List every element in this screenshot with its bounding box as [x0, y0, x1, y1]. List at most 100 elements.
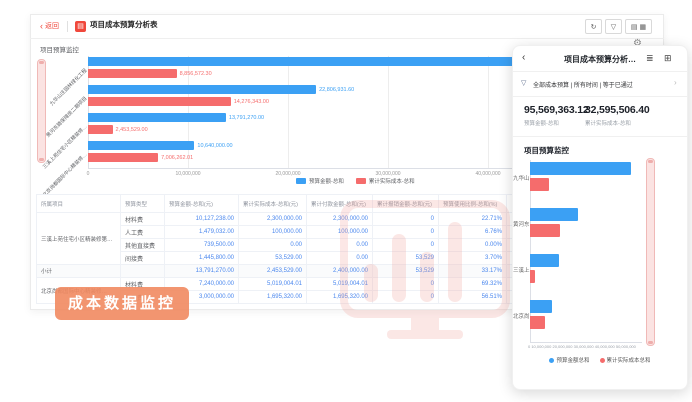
value-cell[interactable]: 2,400,000.00	[307, 265, 373, 278]
legend-dot-red	[600, 358, 605, 363]
value-cell[interactable]: 53,529	[373, 252, 439, 265]
refresh-button[interactable]: ↻	[585, 19, 602, 34]
table-header: 预算使用比例-总和(%)	[439, 195, 507, 213]
budget-bar[interactable]	[530, 254, 559, 267]
value-cell[interactable]: 0	[373, 291, 439, 304]
panel-divider	[512, 96, 688, 97]
budget-bar[interactable]	[88, 57, 571, 66]
value-cell[interactable]: 22.71%	[439, 213, 507, 226]
value-cell[interactable]: 33.17%	[439, 265, 507, 278]
watermark-base	[387, 330, 463, 339]
grid-view-icon: ▦	[640, 23, 647, 31]
filter-button[interactable]: ▽	[605, 19, 622, 34]
panel-title: 项目成本预算分析…	[545, 54, 655, 65]
bar-value-label: 13,791,270.00	[229, 115, 264, 121]
kpi-budget-value: 95,569,363.12	[524, 104, 589, 116]
value-cell[interactable]: 1,695,320.00	[307, 291, 373, 304]
datazoom-handle-bottom[interactable]	[648, 341, 653, 344]
panel-datazoom-slider[interactable]	[646, 158, 655, 346]
value-cell[interactable]: 100,000.00	[307, 226, 373, 239]
header-divider	[30, 38, 664, 39]
value-cell[interactable]: 2,300,000.00	[239, 213, 307, 226]
list-view-icon[interactable]: ≣	[646, 53, 654, 64]
value-cell[interactable]: 100,000.00	[239, 226, 307, 239]
value-cell[interactable]: 10,127,238.00	[165, 213, 239, 226]
panel-filter-bar[interactable]: 全部成本预算 | 所有时间 | 等于已通过	[533, 80, 633, 89]
value-cell[interactable]: 739,500.00	[165, 239, 239, 252]
value-cell[interactable]: 0	[373, 278, 439, 291]
actual-cost-bar[interactable]	[88, 97, 231, 106]
table-view-icon[interactable]: ⊞	[664, 53, 672, 64]
datazoom-handle-top[interactable]	[648, 160, 653, 163]
funnel-icon: ▽	[611, 23, 616, 31]
x-axis-tick: 40,000,000	[470, 171, 506, 177]
legend-item[interactable]: 预算金额-总和	[296, 177, 344, 185]
actual-cost-bar[interactable]	[530, 270, 535, 283]
value-cell[interactable]: 53,529	[373, 265, 439, 278]
gridline	[488, 56, 489, 168]
legend-label: 预算金额-总和	[309, 177, 344, 185]
view-switch-button[interactable]: ▤▦	[625, 19, 652, 34]
panel-x-axis-line	[530, 342, 642, 343]
legend-item[interactable]: 累计实际成本-总和	[356, 177, 415, 185]
legend-swatch-red	[356, 178, 366, 184]
actual-cost-bar[interactable]	[88, 69, 177, 78]
actual-cost-bar[interactable]	[530, 316, 545, 329]
budget-bar[interactable]	[530, 162, 631, 175]
legend-item[interactable]: 累计实际成本总和	[600, 356, 651, 364]
value-cell[interactable]: 6.76%	[439, 226, 507, 239]
value-cell[interactable]: 69.32%	[439, 278, 507, 291]
panel-x-axis-ticks: 0 10,000,000 20,000,000 30,000,000 40,00…	[528, 344, 642, 349]
value-cell[interactable]: 56.51%	[439, 291, 507, 304]
table-header: 预算金额-总和(元)	[165, 195, 239, 213]
panel-chart-legend: 预算金额总和 累计实际成本总和	[512, 356, 688, 364]
value-cell[interactable]: 0	[373, 239, 439, 252]
panel-divider	[512, 136, 688, 137]
value-cell[interactable]: 2,453,529.00	[239, 265, 307, 278]
value-cell[interactable]: 13,791,270.00	[165, 265, 239, 278]
back-label: 返回	[45, 23, 59, 30]
panel-back-chevron[interactable]: ‹	[522, 52, 525, 63]
legend-item[interactable]: 预算金额总和	[549, 356, 589, 364]
value-cell[interactable]: 3.70%	[439, 252, 507, 265]
actual-cost-bar[interactable]	[530, 224, 560, 237]
value-cell[interactable]: 5,019,004.01	[239, 278, 307, 291]
legend-label: 累计实际成本-总和	[369, 177, 415, 185]
project-cell: 小计	[37, 265, 121, 278]
back-button[interactable]: ‹ 返回	[40, 21, 59, 31]
value-cell[interactable]: 0.00	[307, 252, 373, 265]
budget-bar[interactable]	[530, 300, 552, 313]
report-doc-icon: ▤	[75, 21, 86, 32]
budget-type-cell: 间接费	[121, 252, 165, 265]
value-cell[interactable]: 1,695,320.00	[239, 291, 307, 304]
budget-bar[interactable]	[530, 208, 578, 221]
legend-label: 预算金额总和	[556, 356, 589, 364]
budget-bar[interactable]	[88, 85, 316, 94]
panel-divider	[512, 71, 688, 72]
value-cell[interactable]: 0.00	[307, 239, 373, 252]
bar-value-label: 2,453,529.00	[116, 127, 148, 133]
datazoom-handle-bottom[interactable]	[39, 158, 44, 161]
value-cell[interactable]: 0	[373, 213, 439, 226]
value-cell[interactable]: 1,445,800.00	[165, 252, 239, 265]
budget-bar[interactable]	[88, 113, 226, 122]
value-cell[interactable]: 1,479,032.00	[165, 226, 239, 239]
datazoom-handle-top[interactable]	[39, 61, 44, 64]
value-cell[interactable]: 53,529.00	[239, 252, 307, 265]
page-title: 项目成本预算分析表	[90, 19, 158, 30]
value-cell[interactable]: 0.00%	[439, 239, 507, 252]
vertical-datazoom-slider[interactable]	[37, 59, 46, 163]
value-cell[interactable]: 5,019,004.01	[307, 278, 373, 291]
value-cell[interactable]: 2,300,000.00	[307, 213, 373, 226]
budget-bar[interactable]	[88, 141, 194, 150]
legend-dot-blue	[549, 358, 554, 363]
actual-cost-bar[interactable]	[88, 153, 158, 162]
kpi-actual-label: 累计实际成本-总和	[585, 119, 631, 127]
value-cell[interactable]: 0	[373, 226, 439, 239]
value-cell[interactable]: 0.00	[239, 239, 307, 252]
cost-data-monitor-badge: 成本数据监控	[55, 287, 189, 320]
actual-cost-bar[interactable]	[530, 178, 549, 191]
actual-cost-bar[interactable]	[88, 125, 113, 134]
kpi-budget-label: 预算金额-总和	[524, 119, 559, 127]
chart-legend: 预算金额-总和 累计实际成本-总和	[296, 177, 415, 185]
